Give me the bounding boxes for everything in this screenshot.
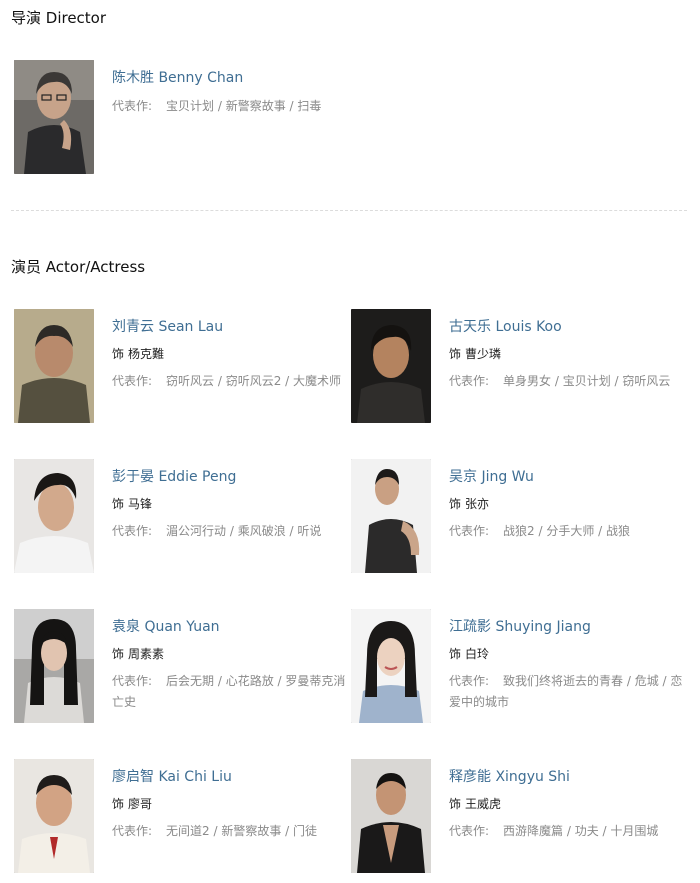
actor-role: 饰张亦 bbox=[449, 495, 689, 513]
works-label: 代表作: bbox=[112, 374, 153, 388]
actor-card: 吴京 Jing Wu 饰张亦 代表作: 战狼2 / 分手大师 / 战狼 bbox=[351, 459, 686, 575]
works-label: 代表作: bbox=[449, 524, 490, 538]
section-divider bbox=[11, 210, 687, 211]
actor-card: 袁泉 Quan Yuan 饰周素素 代表作: 后会无期 / 心花路放 / 罗曼蒂克… bbox=[14, 609, 349, 725]
actor-card: 彭于晏 Eddie Peng 饰马锋 代表作: 湄公河行动 / 乘风破浪 / 听说 bbox=[14, 459, 349, 575]
actor-photo[interactable] bbox=[351, 759, 431, 873]
role-prefix: 饰 bbox=[449, 797, 462, 811]
actor-photo[interactable] bbox=[14, 609, 94, 723]
role-prefix: 饰 bbox=[112, 647, 125, 661]
director-name-link[interactable]: 陈木胜 Benny Chan bbox=[112, 68, 352, 88]
works-label: 代表作: bbox=[449, 374, 490, 388]
director-card: 陈木胜 Benny Chan 代表作: 宝贝计划 / 新警察故事 / 扫毒 bbox=[14, 60, 349, 176]
actor-photo[interactable] bbox=[351, 609, 431, 723]
works-label: 代表作: bbox=[112, 674, 153, 688]
actor-name-link[interactable]: 释彦能 Xingyu Shi bbox=[449, 767, 689, 787]
actor-name-link[interactable]: 吴京 Jing Wu bbox=[449, 467, 689, 487]
director-photo[interactable] bbox=[14, 60, 94, 174]
works-label: 代表作: bbox=[449, 824, 490, 838]
actor-works: 代表作: 战狼2 / 分手大师 / 战狼 bbox=[449, 521, 689, 542]
actor-works: 代表作: 单身男女 / 宝贝计划 / 窃听风云 bbox=[449, 371, 689, 392]
director-heading: 导演 Director bbox=[11, 9, 107, 27]
role-name: 曹少璘 bbox=[465, 347, 502, 361]
actor-works: 代表作: 窃听风云 / 窃听风云2 / 大魔术师 bbox=[112, 371, 352, 392]
actor-photo[interactable] bbox=[14, 759, 94, 873]
actor-heading: 演员 Actor/Actress bbox=[11, 258, 146, 276]
actor-photo[interactable] bbox=[351, 459, 431, 573]
actor-card: 释彦能 Xingyu Shi 饰王威虎 代表作: 西游降魔篇 / 功夫 / 十月围… bbox=[351, 759, 686, 875]
actor-name-link[interactable]: 袁泉 Quan Yuan bbox=[112, 617, 352, 637]
works-label: 代表作: bbox=[112, 824, 153, 838]
actor-works: 代表作: 西游降魔篇 / 功夫 / 十月围城 bbox=[449, 821, 689, 842]
actor-card: 古天乐 Louis Koo 饰曹少璘 代表作: 单身男女 / 宝贝计划 / 窃听风… bbox=[351, 309, 686, 425]
role-name: 马锋 bbox=[128, 497, 153, 511]
role-name: 周素素 bbox=[128, 647, 165, 661]
actor-role: 饰马锋 bbox=[112, 495, 352, 513]
actor-role: 饰曹少璘 bbox=[449, 345, 689, 363]
actor-name-link[interactable]: 廖启智 Kai Chi Liu bbox=[112, 767, 352, 787]
actor-card: 廖启智 Kai Chi Liu 饰廖哥 代表作: 无间道2 / 新警察故事 / 门… bbox=[14, 759, 349, 875]
actor-works: 代表作: 无间道2 / 新警察故事 / 门徒 bbox=[112, 821, 352, 842]
actor-photo[interactable] bbox=[351, 309, 431, 423]
works-list: 无间道2 / 新警察故事 / 门徒 bbox=[166, 824, 318, 838]
actor-role: 饰杨克難 bbox=[112, 345, 352, 363]
actor-photo[interactable] bbox=[14, 459, 94, 573]
role-prefix: 饰 bbox=[449, 497, 462, 511]
actor-name-link[interactable]: 彭于晏 Eddie Peng bbox=[112, 467, 352, 487]
role-name: 杨克難 bbox=[128, 347, 165, 361]
actor-name-link[interactable]: 刘青云 Sean Lau bbox=[112, 317, 352, 337]
actor-role: 饰周素素 bbox=[112, 645, 352, 663]
actor-role: 饰白玲 bbox=[449, 645, 689, 663]
role-prefix: 饰 bbox=[449, 647, 462, 661]
role-prefix: 饰 bbox=[449, 347, 462, 361]
works-label: 代表作: bbox=[112, 99, 153, 113]
actor-card: 刘青云 Sean Lau 饰杨克難 代表作: 窃听风云 / 窃听风云2 / 大魔术… bbox=[14, 309, 349, 425]
works-list: 湄公河行动 / 乘风破浪 / 听说 bbox=[166, 524, 322, 538]
role-name: 王威虎 bbox=[465, 797, 502, 811]
works-label: 代表作: bbox=[112, 524, 153, 538]
role-name: 张亦 bbox=[465, 497, 490, 511]
actor-works: 代表作: 湄公河行动 / 乘风破浪 / 听说 bbox=[112, 521, 352, 542]
actor-works: 代表作: 致我们终将逝去的青春 / 危城 / 恋爱中的城市 bbox=[449, 671, 689, 713]
works-list: 西游降魔篇 / 功夫 / 十月围城 bbox=[503, 824, 659, 838]
works-list: 战狼2 / 分手大师 / 战狼 bbox=[503, 524, 631, 538]
actor-card: 江疏影 Shuying Jiang 饰白玲 代表作: 致我们终将逝去的青春 / 危… bbox=[351, 609, 686, 725]
role-name: 白玲 bbox=[465, 647, 490, 661]
role-prefix: 饰 bbox=[112, 347, 125, 361]
actor-works: 代表作: 后会无期 / 心花路放 / 罗曼蒂克消亡史 bbox=[112, 671, 352, 713]
works-list: 单身男女 / 宝贝计划 / 窃听风云 bbox=[503, 374, 671, 388]
role-prefix: 饰 bbox=[112, 797, 125, 811]
works-list: 窃听风云 / 窃听风云2 / 大魔术师 bbox=[166, 374, 342, 388]
actor-name-link[interactable]: 江疏影 Shuying Jiang bbox=[449, 617, 689, 637]
role-name: 廖哥 bbox=[128, 797, 153, 811]
director-works: 代表作: 宝贝计划 / 新警察故事 / 扫毒 bbox=[112, 96, 352, 117]
role-prefix: 饰 bbox=[112, 497, 125, 511]
works-label: 代表作: bbox=[449, 674, 490, 688]
actor-role: 饰王威虎 bbox=[449, 795, 689, 813]
actor-name-link[interactable]: 古天乐 Louis Koo bbox=[449, 317, 689, 337]
actor-photo[interactable] bbox=[14, 309, 94, 423]
actor-role: 饰廖哥 bbox=[112, 795, 352, 813]
works-list: 宝贝计划 / 新警察故事 / 扫毒 bbox=[166, 99, 322, 113]
